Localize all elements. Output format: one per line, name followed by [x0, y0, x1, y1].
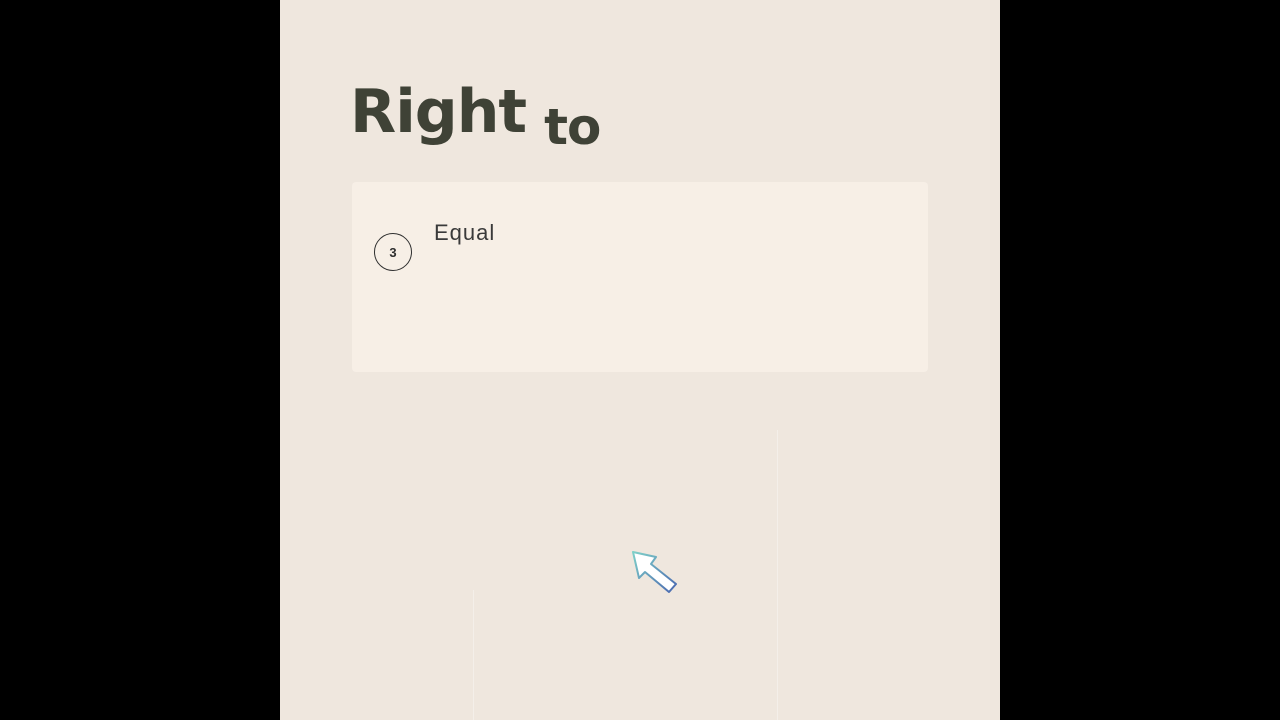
mouse-pointer-icon	[632, 551, 677, 593]
page-title-word-1: Right	[350, 77, 527, 147]
step-card[interactable]: 3 Equal	[352, 182, 928, 372]
step-label: Equal	[434, 220, 496, 245]
page-panel: Right to 3 Equal	[280, 0, 1000, 720]
faint-divider-line	[473, 590, 474, 720]
step-number-badge: 3	[374, 233, 412, 271]
page-title: Right to	[350, 76, 601, 156]
faint-divider-line	[777, 430, 778, 720]
page-title-word-2: to	[544, 98, 601, 156]
